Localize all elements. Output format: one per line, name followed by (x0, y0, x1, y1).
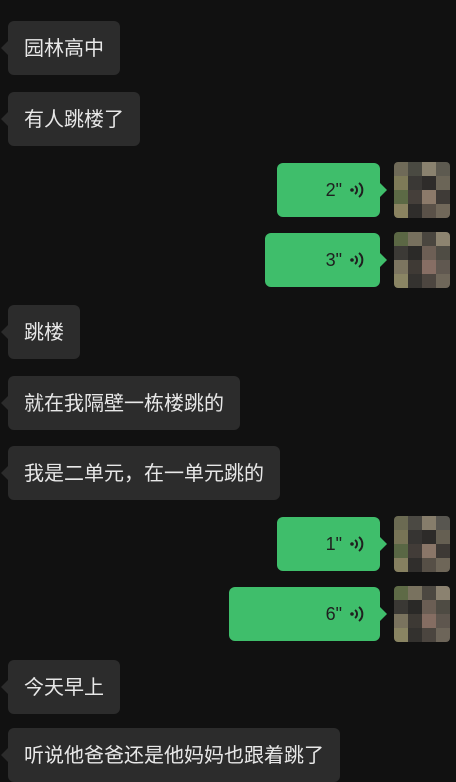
voice-message-bubble[interactable]: 2" (277, 163, 387, 217)
avatar[interactable] (394, 232, 450, 288)
voice-message-bubble[interactable]: 3" (265, 233, 387, 287)
voice-message-bubble[interactable]: 1" (277, 517, 387, 571)
incoming-message[interactable]: 园林高中 (1, 21, 120, 75)
chat-window: 园林高中 有人跳楼了 2" 3" 跳楼 就在我隔壁一栋楼跳的 我是二单元，在一单… (0, 0, 456, 782)
voice-wave-icon (350, 606, 364, 622)
voice-wave-icon (350, 536, 364, 552)
voice-wave-icon (350, 252, 364, 268)
incoming-message[interactable]: 跳楼 (1, 305, 80, 359)
avatar[interactable] (394, 162, 450, 218)
incoming-message[interactable]: 今天早上 (1, 660, 120, 714)
voice-message-bubble[interactable]: 6" (229, 587, 387, 641)
avatar[interactable] (394, 516, 450, 572)
voice-wave-icon (350, 182, 364, 198)
voice-duration: 1" (325, 534, 342, 554)
incoming-message[interactable]: 就在我隔壁一栋楼跳的 (1, 376, 240, 430)
incoming-message[interactable]: 我是二单元，在一单元跳的 (1, 446, 280, 500)
voice-duration: 3" (325, 250, 342, 270)
avatar[interactable] (394, 586, 450, 642)
incoming-message[interactable]: 有人跳楼了 (1, 92, 140, 146)
voice-duration: 6" (325, 604, 342, 624)
voice-duration: 2" (325, 180, 342, 200)
